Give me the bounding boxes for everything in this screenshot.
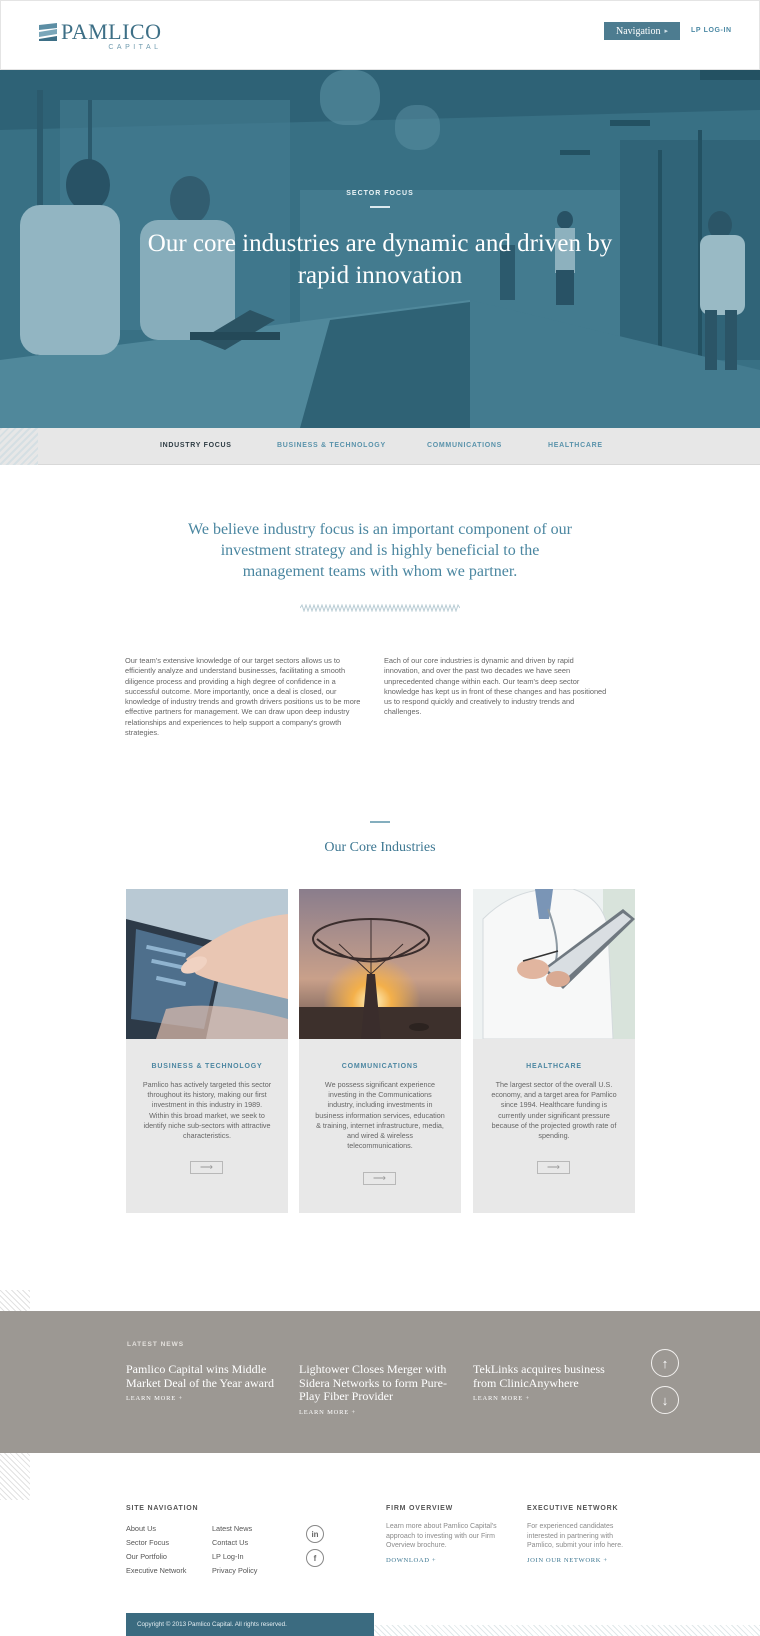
subnav-texture: [0, 428, 38, 465]
join-network-link[interactable]: JOIN OUR NETWORK +: [527, 1557, 608, 1564]
copyright-bar: Copyright © 2013 Pamlico Capital. All ri…: [126, 1613, 374, 1636]
linkedin-icon[interactable]: in: [306, 1525, 324, 1543]
site-header: PAMLICO CAPITAL Navigation ▸ LP LOG-IN: [0, 0, 760, 70]
card-business-technology[interactable]: BUSINESS & TECHNOLOGY Pamlico has active…: [126, 889, 288, 1213]
logo-name: PAMLICO: [61, 19, 162, 44]
news-up-arrow-icon[interactable]: ↑: [651, 1349, 679, 1377]
logo-flag-icon: [39, 23, 57, 41]
footer-link-contact-us[interactable]: Contact Us: [212, 1538, 248, 1547]
footer-link-about-us[interactable]: About Us: [126, 1524, 156, 1533]
pamlico-logo[interactable]: PAMLICO CAPITAL: [39, 21, 162, 51]
tab-healthcare[interactable]: HEALTHCARE: [548, 442, 603, 449]
card-title: HEALTHCARE: [526, 1063, 582, 1070]
card-body: Pamlico has actively targeted this secto…: [142, 1080, 272, 1141]
caret-right-icon: ▸: [664, 27, 668, 35]
news-eyebrow: LATEST NEWS: [127, 1341, 185, 1348]
footer-link-executive-network[interactable]: Executive Network: [126, 1566, 186, 1575]
latest-news-section: LATEST NEWS Pamlico Capital wins Middle …: [0, 1311, 760, 1453]
tab-business-technology[interactable]: BUSINESS & TECHNOLOGY: [277, 442, 386, 449]
news-item[interactable]: Pamlico Capital wins Middle Market Deal …: [126, 1362, 276, 1402]
learn-more-link[interactable]: LEARN MORE +: [473, 1395, 623, 1402]
sector-subnav: INDUSTRY FOCUS BUSINESS & TECHNOLOGY COM…: [0, 428, 760, 465]
card-body: We possess significant experience invest…: [315, 1080, 445, 1151]
navigation-button[interactable]: Navigation ▸: [604, 22, 680, 40]
executive-network-description: For experienced candidates interested in…: [527, 1523, 624, 1550]
news-headline[interactable]: Pamlico Capital wins Middle Market Deal …: [126, 1362, 276, 1390]
footer-link-latest-news[interactable]: Latest News: [212, 1524, 252, 1533]
lp-login-link[interactable]: LP LOG-IN: [691, 27, 732, 34]
intro-right-paragraph: Each of our core industries is dynamic a…: [384, 656, 607, 717]
site-navigation-heading: SITE NAVIGATION: [126, 1505, 199, 1512]
news-headline[interactable]: TekLinks acquires business from ClinicAn…: [473, 1362, 623, 1390]
tab-industry-focus[interactable]: INDUSTRY FOCUS: [160, 442, 232, 449]
satellite-dish-image: [299, 889, 461, 1039]
zigzag-divider: [300, 604, 460, 612]
firm-overview-description: Learn more about Pamlico Capital's appro…: [386, 1523, 497, 1550]
footer-texture: [374, 1625, 760, 1636]
tab-communications[interactable]: COMMUNICATIONS: [427, 442, 502, 449]
download-link[interactable]: DOWNLOAD +: [386, 1557, 436, 1564]
intro-left-paragraph: Our team's extensive knowledge of our ta…: [125, 656, 361, 738]
intro-quote: We believe industry focus is an importan…: [188, 521, 572, 580]
tablet-touch-image: [126, 889, 288, 1039]
arrow-right-icon[interactable]: ⟶: [363, 1172, 396, 1185]
card-body: The largest sector of the overall U.S. e…: [491, 1080, 617, 1141]
news-headline[interactable]: Lightower Closes Merger with Sidera Netw…: [299, 1362, 449, 1404]
navigation-button-label: Navigation: [616, 25, 661, 37]
footer-link-sector-focus[interactable]: Sector Focus: [126, 1538, 169, 1547]
card-healthcare[interactable]: HEALTHCARE The largest sector of the ove…: [473, 889, 635, 1213]
hero-title: Our core industries are dynamic and driv…: [147, 230, 613, 289]
footer-link-our-portfolio[interactable]: Our Portfolio: [126, 1552, 167, 1561]
core-divider: [370, 821, 390, 823]
doctor-tablet-image: [473, 889, 635, 1039]
learn-more-link[interactable]: LEARN MORE +: [299, 1409, 449, 1416]
core-industries-title: Our Core Industries: [324, 840, 436, 855]
news-item[interactable]: Lightower Closes Merger with Sidera Netw…: [299, 1362, 449, 1416]
learn-more-link[interactable]: LEARN MORE +: [126, 1395, 276, 1402]
hero-divider: [370, 206, 390, 208]
firm-overview-heading: FIRM OVERVIEW: [386, 1505, 454, 1512]
hero-banner: SECTOR FOCUS Our core industries are dyn…: [0, 70, 760, 428]
footer-link-privacy-policy[interactable]: Privacy Policy: [212, 1566, 257, 1575]
news-item[interactable]: TekLinks acquires business from ClinicAn…: [473, 1362, 623, 1402]
executive-network-heading: EXECUTIVE NETWORK: [527, 1505, 619, 1512]
card-title: COMMUNICATIONS: [341, 1063, 419, 1070]
facebook-icon[interactable]: f: [306, 1549, 324, 1567]
news-down-arrow-icon[interactable]: ↓: [651, 1386, 679, 1414]
hero-eyebrow: SECTOR FOCUS: [346, 190, 414, 197]
footer-link-lp-log-in[interactable]: LP Log-In: [212, 1552, 244, 1561]
card-title: BUSINESS & TECHNOLOGY: [151, 1063, 263, 1070]
card-communications[interactable]: COMMUNICATIONS We possess significant ex…: [299, 889, 461, 1213]
arrow-right-icon[interactable]: ⟶: [537, 1161, 570, 1174]
logo-sub: CAPITAL: [108, 44, 162, 51]
arrow-right-icon[interactable]: ⟶: [190, 1161, 223, 1174]
